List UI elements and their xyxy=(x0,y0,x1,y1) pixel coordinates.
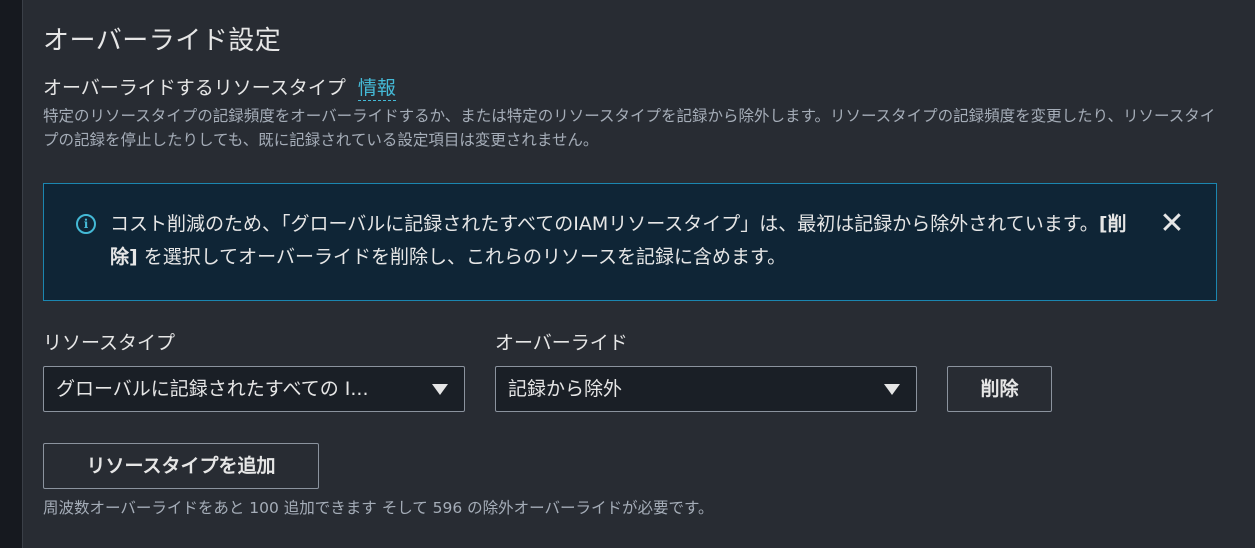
override-field-label: オーバーライド xyxy=(495,332,628,354)
close-icon[interactable]: ✕ xyxy=(1158,209,1186,239)
override-resource-type-label: オーバーライドするリソースタイプ xyxy=(43,77,346,99)
override-select[interactable]: 記録から除外 xyxy=(495,366,917,412)
resource-type-value: グローバルに記録されたすべての I... xyxy=(56,378,369,400)
alert-message: コスト削減のため、「グローバルに記録されたすべてのIAMリソースタイプ」は、最初… xyxy=(110,208,1150,274)
override-label-row: オーバーライドするリソースタイプ 情報 xyxy=(43,73,396,101)
delete-button[interactable]: 削除 xyxy=(947,366,1052,412)
info-icon: i xyxy=(76,214,96,234)
resource-type-select[interactable]: グローバルに記録されたすべての I... xyxy=(43,366,465,412)
override-value: 記録から除外 xyxy=(508,378,623,400)
caret-down-icon xyxy=(432,384,448,395)
resource-type-label: リソースタイプ xyxy=(43,332,176,354)
section-description: 特定のリソースタイプの記録頻度をオーバーライドするか、または特定のリソースタイプ… xyxy=(43,107,1216,149)
info-alert: i コスト削減のため、「グローバルに記録されたすべてのIAMリソースタイプ」は、… xyxy=(43,183,1217,301)
caret-down-icon xyxy=(884,384,900,395)
section-title: オーバーライド設定 xyxy=(43,26,282,56)
footer-note: 周波数オーバーライドをあと 100 追加できます そして 596 の除外オーバー… xyxy=(43,499,714,517)
info-link[interactable]: 情報 xyxy=(357,77,396,101)
alert-text-before: コスト削減のため、「グローバルに記録されたすべてのIAMリソースタイプ」は、最初… xyxy=(110,213,1099,235)
add-resource-type-button[interactable]: リソースタイプを追加 xyxy=(43,443,319,489)
alert-text-after: を選択してオーバーライドを削除し、これらのリソースを記録に含めます。 xyxy=(137,246,787,268)
override-settings-panel: オーバーライド設定 オーバーライドするリソースタイプ 情報 特定のリソースタイプ… xyxy=(22,0,1255,548)
